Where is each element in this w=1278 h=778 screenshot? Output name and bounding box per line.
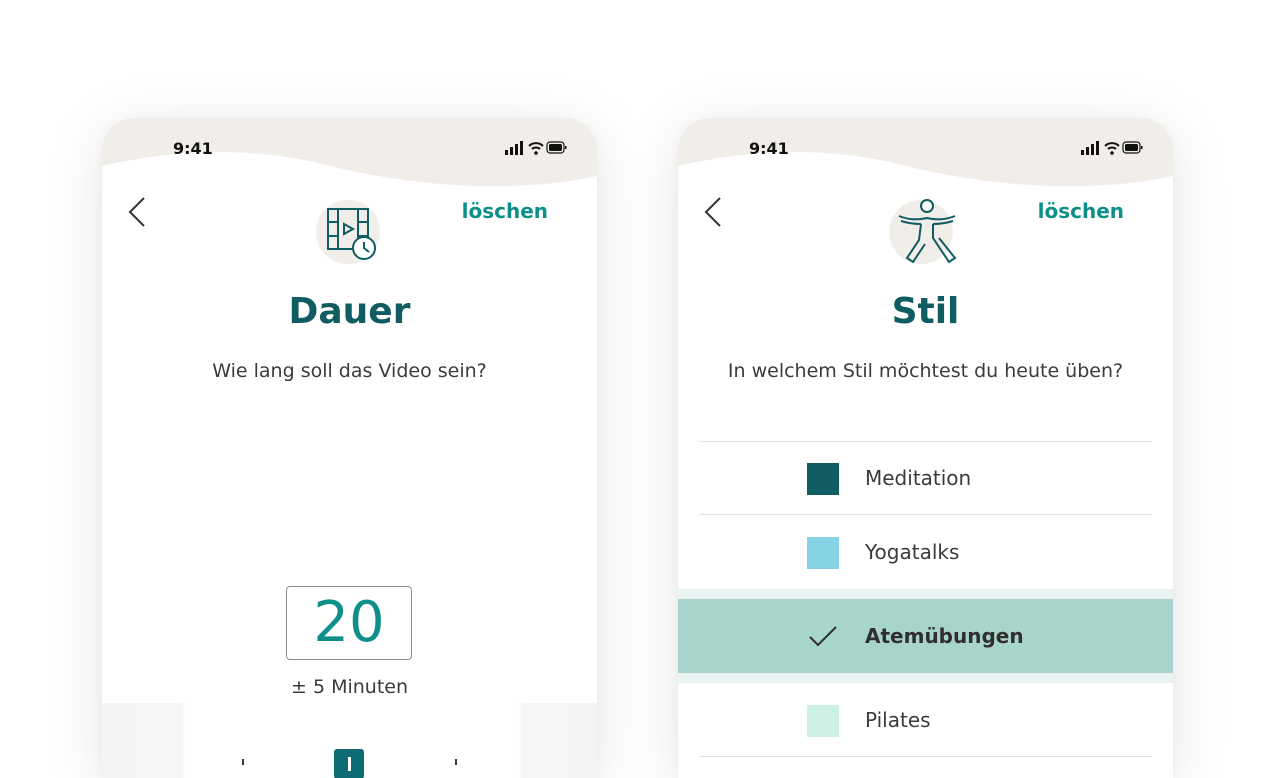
- page-title: Dauer: [288, 291, 411, 332]
- back-chevron-icon[interactable]: [124, 194, 150, 230]
- style-item-atemuebungen[interactable]: Atemübungen: [678, 599, 1173, 673]
- status-time: 9:41: [173, 139, 213, 158]
- style-list: Meditation Yogatalks Atemübungen Pilates: [678, 441, 1173, 757]
- back-chevron-icon[interactable]: [700, 194, 726, 230]
- page-subtitle: Wie lang soll das Video sein?: [212, 360, 487, 382]
- duration-slider[interactable]: [102, 703, 597, 778]
- status-bar-background: [678, 118, 1173, 187]
- yoga-pose-icon: [889, 199, 957, 264]
- style-screen: 9:41 löschen Stil In welchem Stil möchte…: [678, 118, 1173, 778]
- divider: [699, 756, 1152, 757]
- status-icons: [505, 141, 567, 155]
- page-subtitle: In welchem Stil möchtest du heute üben?: [727, 360, 1124, 382]
- status-time: 9:41: [749, 139, 789, 158]
- style-label: Meditation: [865, 466, 972, 490]
- color-swatch: [807, 463, 839, 495]
- status-icons: [1081, 141, 1143, 155]
- duration-screen: 9:41 löschen Dauer Wie lang soll das Vid…: [102, 118, 597, 778]
- style-label: Atemübungen: [865, 624, 1024, 648]
- style-label: Pilates: [865, 708, 931, 732]
- style-item-pilates[interactable]: Pilates: [678, 683, 1173, 757]
- style-item-yogatalks[interactable]: Yogatalks: [678, 515, 1173, 589]
- duration-value: 20: [286, 586, 412, 660]
- divider: [699, 441, 1152, 442]
- video-clock-icon: [316, 200, 380, 264]
- checkmark-icon: [809, 626, 837, 647]
- color-swatch: [807, 705, 839, 737]
- clear-button[interactable]: löschen: [1038, 199, 1124, 223]
- selected-row-highlight: Atemübungen: [678, 589, 1173, 683]
- clear-button[interactable]: löschen: [462, 199, 548, 223]
- slider-handle[interactable]: [334, 749, 364, 778]
- status-bar-background: [102, 118, 597, 187]
- style-label: Yogatalks: [865, 540, 960, 564]
- page-title: Stil: [891, 291, 960, 332]
- slider-tick: [455, 759, 457, 765]
- color-swatch: [807, 537, 839, 569]
- slider-tick: [242, 759, 244, 765]
- duration-tolerance: ± 5 Minuten: [290, 676, 409, 698]
- style-item-meditation[interactable]: Meditation: [678, 441, 1173, 515]
